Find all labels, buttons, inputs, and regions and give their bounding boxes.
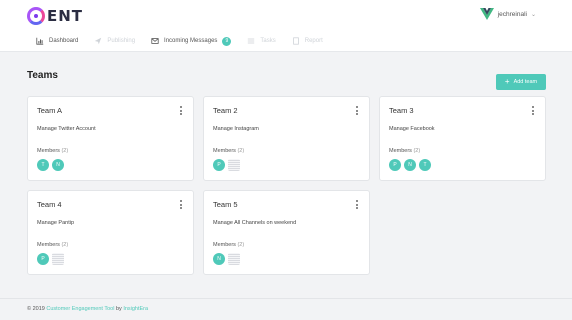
footer-product-link[interactable]: Customer Engagement Tool	[46, 306, 114, 312]
nav-tasks-label: Tasks	[260, 38, 276, 44]
avatar[interactable]: T	[419, 159, 431, 171]
app-logo[interactable]: ENT	[27, 6, 83, 26]
avatar[interactable]: P	[213, 159, 225, 171]
footer-company-link[interactable]: InsightEra	[123, 306, 148, 312]
more-options-icon[interactable]	[180, 106, 183, 115]
footer-divider	[0, 298, 572, 299]
team-name: Team 3	[389, 106, 414, 115]
vue-avatar-icon	[479, 8, 494, 20]
nav-dashboard-label: Dashboard	[49, 38, 79, 44]
team-card[interactable]: Team 2 Manage Instagram Members (2) P	[203, 96, 370, 181]
messages-count-badge: 9	[222, 36, 232, 46]
members-label: Members (2)	[37, 148, 69, 154]
add-team-button[interactable]: + Add team	[496, 74, 546, 90]
team-card[interactable]: Team A Manage Twitter Account Members (2…	[27, 96, 194, 181]
team-name: Team A	[37, 106, 63, 115]
mail-icon	[151, 38, 159, 44]
team-description: Manage Facebook	[389, 126, 435, 132]
members-count: (2)	[61, 148, 69, 154]
members-label: Members (2)	[37, 242, 69, 248]
avatar[interactable]: P	[37, 253, 49, 265]
members-label: Members (2)	[389, 148, 421, 154]
plus-icon: +	[504, 77, 510, 86]
members-count: (2)	[61, 242, 69, 248]
page-title: Teams	[27, 70, 58, 81]
avatar-image[interactable]	[228, 159, 240, 171]
team-description: Manage Pantip	[37, 220, 74, 226]
footer-by: by	[115, 306, 122, 312]
logo-ring-icon	[27, 7, 45, 25]
members-count: (2)	[413, 148, 421, 154]
team-card[interactable]: Team 4 Manage Pantip Members (2) P	[27, 190, 194, 275]
footer-copyright: © 2019	[27, 306, 45, 312]
member-avatars: P N T	[389, 159, 434, 171]
nav-tasks[interactable]: Tasks	[247, 37, 276, 45]
chart-icon	[36, 37, 44, 45]
members-count: (2)	[237, 242, 245, 248]
nav-publishing-label: Publishing	[107, 38, 136, 44]
avatar[interactable]: N	[213, 253, 225, 265]
team-description: Manage Twitter Account	[37, 126, 96, 132]
nav-incoming-messages-label: Incoming Messages	[164, 38, 218, 44]
avatar[interactable]: P	[389, 159, 401, 171]
member-avatars: N	[213, 253, 243, 265]
avatar-image[interactable]	[228, 253, 240, 265]
footer: © 2019 Customer Engagement Tool by Insig…	[27, 306, 148, 312]
add-team-label: Add team	[513, 79, 538, 85]
member-avatars: T N	[37, 159, 67, 171]
send-icon	[95, 37, 102, 45]
members-count: (2)	[237, 148, 245, 154]
nav-incoming-messages[interactable]: Incoming Messages 9	[151, 36, 232, 46]
team-description: Manage Instagram	[213, 126, 259, 132]
user-menu[interactable]: jechreinali ⌄	[479, 8, 536, 20]
report-icon	[292, 37, 299, 45]
avatar[interactable]: N	[404, 159, 416, 171]
logo-text: ENT	[47, 7, 84, 25]
team-description: Manage All Channels on weekend	[213, 220, 297, 226]
team-card[interactable]: Team 5 Manage All Channels on weekend Me…	[203, 190, 370, 275]
list-icon	[248, 38, 255, 44]
more-options-icon[interactable]	[532, 106, 535, 115]
more-options-icon[interactable]	[356, 200, 359, 209]
avatar[interactable]: T	[37, 159, 49, 171]
team-name: Team 5	[213, 200, 238, 209]
member-avatars: P	[37, 253, 67, 265]
nav-report[interactable]: Report	[292, 37, 323, 45]
members-label: Members (2)	[213, 148, 245, 154]
avatar-image[interactable]	[52, 253, 64, 265]
main-nav: Dashboard Publishing Incoming Messages 9…	[36, 34, 339, 48]
team-name: Team 4	[37, 200, 62, 209]
team-name: Team 2	[213, 106, 238, 115]
nav-dashboard[interactable]: Dashboard	[36, 37, 78, 45]
nav-report-label: Report	[304, 38, 323, 44]
more-options-icon[interactable]	[180, 200, 183, 209]
user-name: jechreinali	[497, 10, 527, 18]
chevron-down-icon: ⌄	[530, 11, 536, 18]
team-card[interactable]: Team 3 Manage Facebook Members (2) P N T	[379, 96, 546, 181]
members-label: Members (2)	[213, 242, 245, 248]
member-avatars: P	[213, 159, 243, 171]
nav-publishing[interactable]: Publishing	[94, 37, 135, 45]
avatar[interactable]: N	[52, 159, 64, 171]
more-options-icon[interactable]	[356, 106, 359, 115]
top-navbar: ENT jechreinali ⌄ Dashboard Publishing I…	[0, 0, 572, 52]
